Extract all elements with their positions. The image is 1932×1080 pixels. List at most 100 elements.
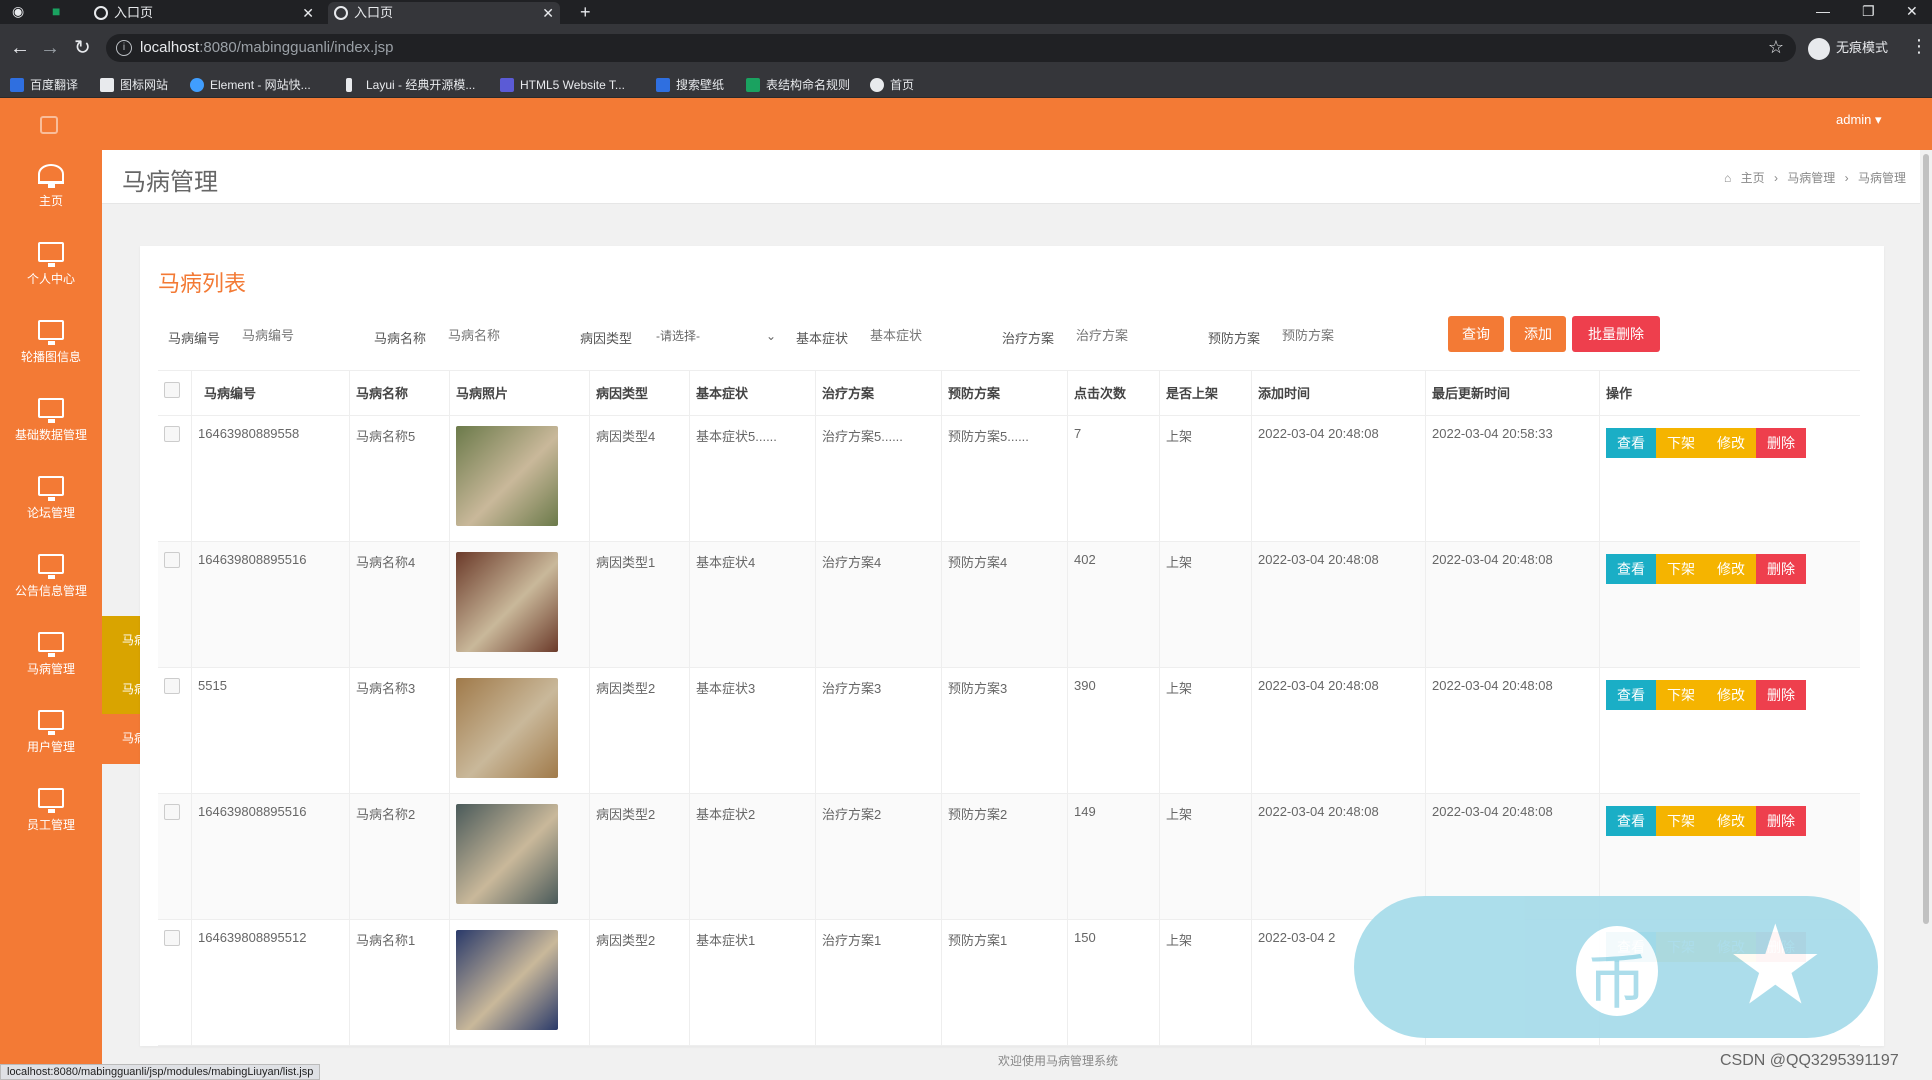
back-icon[interactable]: ← xyxy=(10,36,30,60)
url-field[interactable]: i localhost:8080/mabingguanli/index.jsp … xyxy=(106,34,1796,62)
view-button[interactable]: 查看 xyxy=(1606,428,1656,458)
page-scrollbar[interactable] xyxy=(1920,150,1932,1080)
delete-button[interactable]: 删除 xyxy=(1756,680,1806,710)
column-header[interactable]: 病因类型 xyxy=(590,371,690,415)
edit-button[interactable]: 修改 xyxy=(1706,680,1756,710)
search-button[interactable]: 查询 xyxy=(1448,316,1504,352)
table-cell-id: 164639808895516 xyxy=(192,794,350,919)
filter-treatment-input[interactable] xyxy=(1076,328,1166,343)
delete-button[interactable]: 删除 xyxy=(1756,554,1806,584)
table-cell-prevent: 预防方案5...... xyxy=(942,416,1068,541)
column-header[interactable]: 治疗方案 xyxy=(816,371,942,415)
filter-id-input[interactable] xyxy=(242,328,332,343)
sidebar-item-users[interactable]: 用户管理 xyxy=(0,704,102,774)
row-checkbox[interactable] xyxy=(164,804,180,820)
restore-icon[interactable]: ❐ xyxy=(1862,0,1875,22)
browser-tab-1[interactable]: 入口页 ✕ xyxy=(88,2,320,24)
column-header[interactable]: 基本症状 xyxy=(690,371,816,415)
close-window-icon[interactable]: ✕ xyxy=(1906,0,1918,22)
column-header[interactable]: 是否上架 xyxy=(1160,371,1252,415)
column-header[interactable]: 最后更新时间 xyxy=(1426,371,1600,415)
coin-button[interactable]: 币 xyxy=(1576,926,1658,1016)
page-header: 马病管理 ⌂ 主页 › 马病管理 › 马病管理 xyxy=(102,150,1920,204)
column-header[interactable]: 预防方案 xyxy=(942,371,1068,415)
sidebar-item-profile[interactable]: 个人中心 xyxy=(0,236,102,306)
breadcrumb-item[interactable]: 马病管理 xyxy=(1787,171,1835,185)
reload-icon[interactable]: ↻ xyxy=(74,36,91,60)
bookmark-item[interactable]: 表结构命名规则 xyxy=(746,76,850,94)
browser-tab-2[interactable]: 入口页 ✕ xyxy=(328,2,560,24)
incognito-profile[interactable]: 无痕模式 xyxy=(1808,36,1888,60)
bookmark-item[interactable]: 首页 xyxy=(870,76,914,94)
row-checkbox[interactable] xyxy=(164,426,180,442)
menu-kebab-icon[interactable]: ⋮ xyxy=(1910,36,1928,57)
view-button[interactable]: 查看 xyxy=(1606,680,1656,710)
bookmark-item[interactable]: Element - 网站快... xyxy=(190,76,311,94)
bookmark-item[interactable]: Layui - 经典开源模... xyxy=(346,76,475,94)
view-button[interactable]: 查看 xyxy=(1606,806,1656,836)
edit-button[interactable]: 修改 xyxy=(1706,806,1756,836)
filter-type-select[interactable]: -请选择- ⌄ xyxy=(650,322,780,350)
bookmark-item[interactable]: 搜索壁纸 xyxy=(656,76,724,94)
filter-symptom-input[interactable] xyxy=(870,328,960,343)
table-cell-treat: 治疗方案5...... xyxy=(816,416,942,541)
sidebar-item-forum[interactable]: 论坛管理 xyxy=(0,470,102,540)
column-header[interactable]: 添加时间 xyxy=(1252,371,1426,415)
bookmark-item[interactable]: 百度翻译 xyxy=(10,76,78,94)
horse-photo xyxy=(456,930,558,1030)
photo-cell xyxy=(450,542,590,667)
delete-button[interactable]: 删除 xyxy=(1756,428,1806,458)
delete-button[interactable]: 删除 xyxy=(1756,806,1806,836)
select-all-checkbox[interactable] xyxy=(164,382,180,398)
close-icon[interactable]: ✕ xyxy=(542,2,554,24)
monitor-icon xyxy=(38,320,64,345)
table-cell-id: 16463980889558 xyxy=(192,416,350,541)
edit-button[interactable]: 修改 xyxy=(1706,554,1756,584)
new-tab-icon[interactable]: + xyxy=(580,0,591,24)
bookmark-star-icon[interactable]: ☆ xyxy=(1768,37,1784,58)
sidebar-item-notice[interactable]: 公告信息管理 xyxy=(0,548,102,618)
unpublish-button[interactable]: 下架 xyxy=(1656,806,1706,836)
horse-photo xyxy=(456,552,558,652)
footer-welcome: 欢迎使用马病管理系统 xyxy=(998,1054,1119,1068)
breadcrumb-item[interactable]: 主页 xyxy=(1741,171,1765,185)
filter-prevention-input[interactable] xyxy=(1282,328,1372,343)
table-cell-name: 马病名称1 xyxy=(350,920,450,1045)
html5-icon xyxy=(500,78,514,92)
breadcrumb-separator: › xyxy=(1844,171,1849,185)
add-button[interactable]: 添加 xyxy=(1510,316,1566,352)
edit-button[interactable]: 修改 xyxy=(1706,428,1756,458)
row-checkbox[interactable] xyxy=(164,678,180,694)
bookmark-item[interactable]: 图标网站 xyxy=(100,76,168,94)
filter-name-input[interactable] xyxy=(448,328,538,343)
admin-user-menu[interactable]: admin ▾ xyxy=(1836,112,1882,128)
column-header[interactable]: 点击次数 xyxy=(1068,371,1160,415)
sidebar-item-home[interactable]: 主页 xyxy=(0,158,102,228)
extension-icon[interactable]: ■ xyxy=(52,0,60,22)
column-header[interactable]: 马病编号 xyxy=(192,371,350,415)
row-checkbox[interactable] xyxy=(164,930,180,946)
column-header[interactable]: 马病照片 xyxy=(450,371,590,415)
favorite-star-icon[interactable]: ★ xyxy=(1726,906,1825,1026)
sidebar-item-basic-data[interactable]: 基础数据管理 xyxy=(0,392,102,462)
flag-icon xyxy=(100,78,114,92)
unpublish-button[interactable]: 下架 xyxy=(1656,554,1706,584)
scrollbar-thumb[interactable] xyxy=(1923,154,1929,924)
close-icon[interactable]: ✕ xyxy=(302,2,314,24)
minimize-icon[interactable]: — xyxy=(1816,0,1830,22)
sidebar-item-staff[interactable]: 员工管理 xyxy=(0,782,102,852)
forward-icon[interactable]: → xyxy=(40,36,60,60)
view-button[interactable]: 查看 xyxy=(1606,554,1656,584)
unpublish-button[interactable]: 下架 xyxy=(1656,680,1706,710)
sidebar-item-carousel[interactable]: 轮播图信息 xyxy=(0,314,102,384)
column-header[interactable]: 马病名称 xyxy=(350,371,450,415)
table-cell-status: 上架 xyxy=(1160,794,1252,919)
unpublish-button[interactable]: 下架 xyxy=(1656,428,1706,458)
info-icon[interactable]: i xyxy=(116,40,132,56)
bookmark-label: 百度翻译 xyxy=(30,78,79,92)
sidebar-item-horse-disease[interactable]: 马病管理 xyxy=(0,626,102,696)
bookmark-item[interactable]: HTML5 Website T... xyxy=(500,76,625,94)
batch-delete-button[interactable]: 批量删除 xyxy=(1572,316,1660,352)
table-cell-type: 病因类型4 xyxy=(590,416,690,541)
row-checkbox[interactable] xyxy=(164,552,180,568)
